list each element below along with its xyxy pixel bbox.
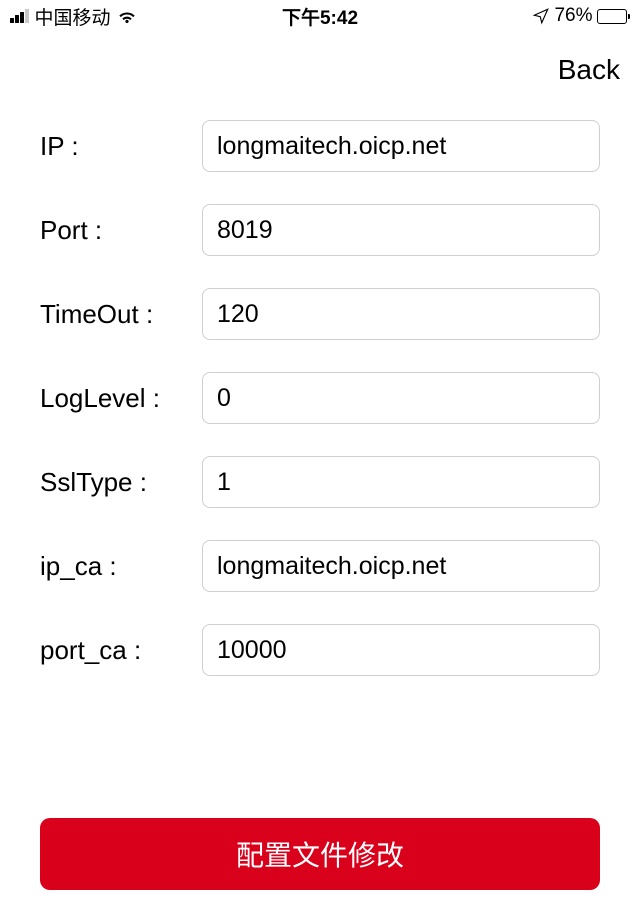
status-time: 下午5:42 (282, 3, 358, 30)
submit-container: 配置文件修改 (40, 818, 600, 890)
battery-icon (597, 9, 631, 24)
form-row-timeout: TimeOut : (40, 288, 600, 340)
form-row-loglevel: LogLevel : (40, 372, 600, 424)
form-row-ip-ca: ip_ca : (40, 540, 600, 592)
battery-percent: 76% (554, 5, 592, 27)
form-row-port: Port : (40, 204, 600, 256)
label-port: Port : (40, 215, 202, 246)
carrier-label: 中国移动 (35, 3, 111, 30)
form-row-ssltype: SslType : (40, 456, 600, 508)
input-port[interactable] (202, 204, 600, 256)
label-port-ca: port_ca : (40, 635, 202, 666)
nav-bar: Back (0, 32, 640, 96)
label-ip-ca: ip_ca : (40, 551, 202, 582)
input-timeout[interactable] (202, 288, 600, 340)
cellular-signal-icon (10, 9, 29, 23)
status-bar: 中国移动 下午5:42 76% (0, 0, 640, 32)
input-ssltype[interactable] (202, 456, 600, 508)
label-timeout: TimeOut : (40, 299, 202, 330)
location-icon (532, 7, 550, 25)
config-form: IP : Port : TimeOut : LogLevel : SslType… (0, 96, 640, 732)
wifi-icon (117, 8, 137, 24)
form-row-ip: IP : (40, 120, 600, 172)
label-ip: IP : (40, 131, 202, 162)
input-ip-ca[interactable] (202, 540, 600, 592)
form-row-port-ca: port_ca : (40, 624, 600, 676)
status-right: 76% (532, 5, 630, 27)
label-ssltype: SslType : (40, 467, 202, 498)
submit-button[interactable]: 配置文件修改 (40, 818, 600, 890)
back-button[interactable]: Back (558, 54, 620, 86)
status-left: 中国移动 (10, 3, 137, 30)
input-port-ca[interactable] (202, 624, 600, 676)
label-loglevel: LogLevel : (40, 383, 202, 414)
input-ip[interactable] (202, 120, 600, 172)
input-loglevel[interactable] (202, 372, 600, 424)
